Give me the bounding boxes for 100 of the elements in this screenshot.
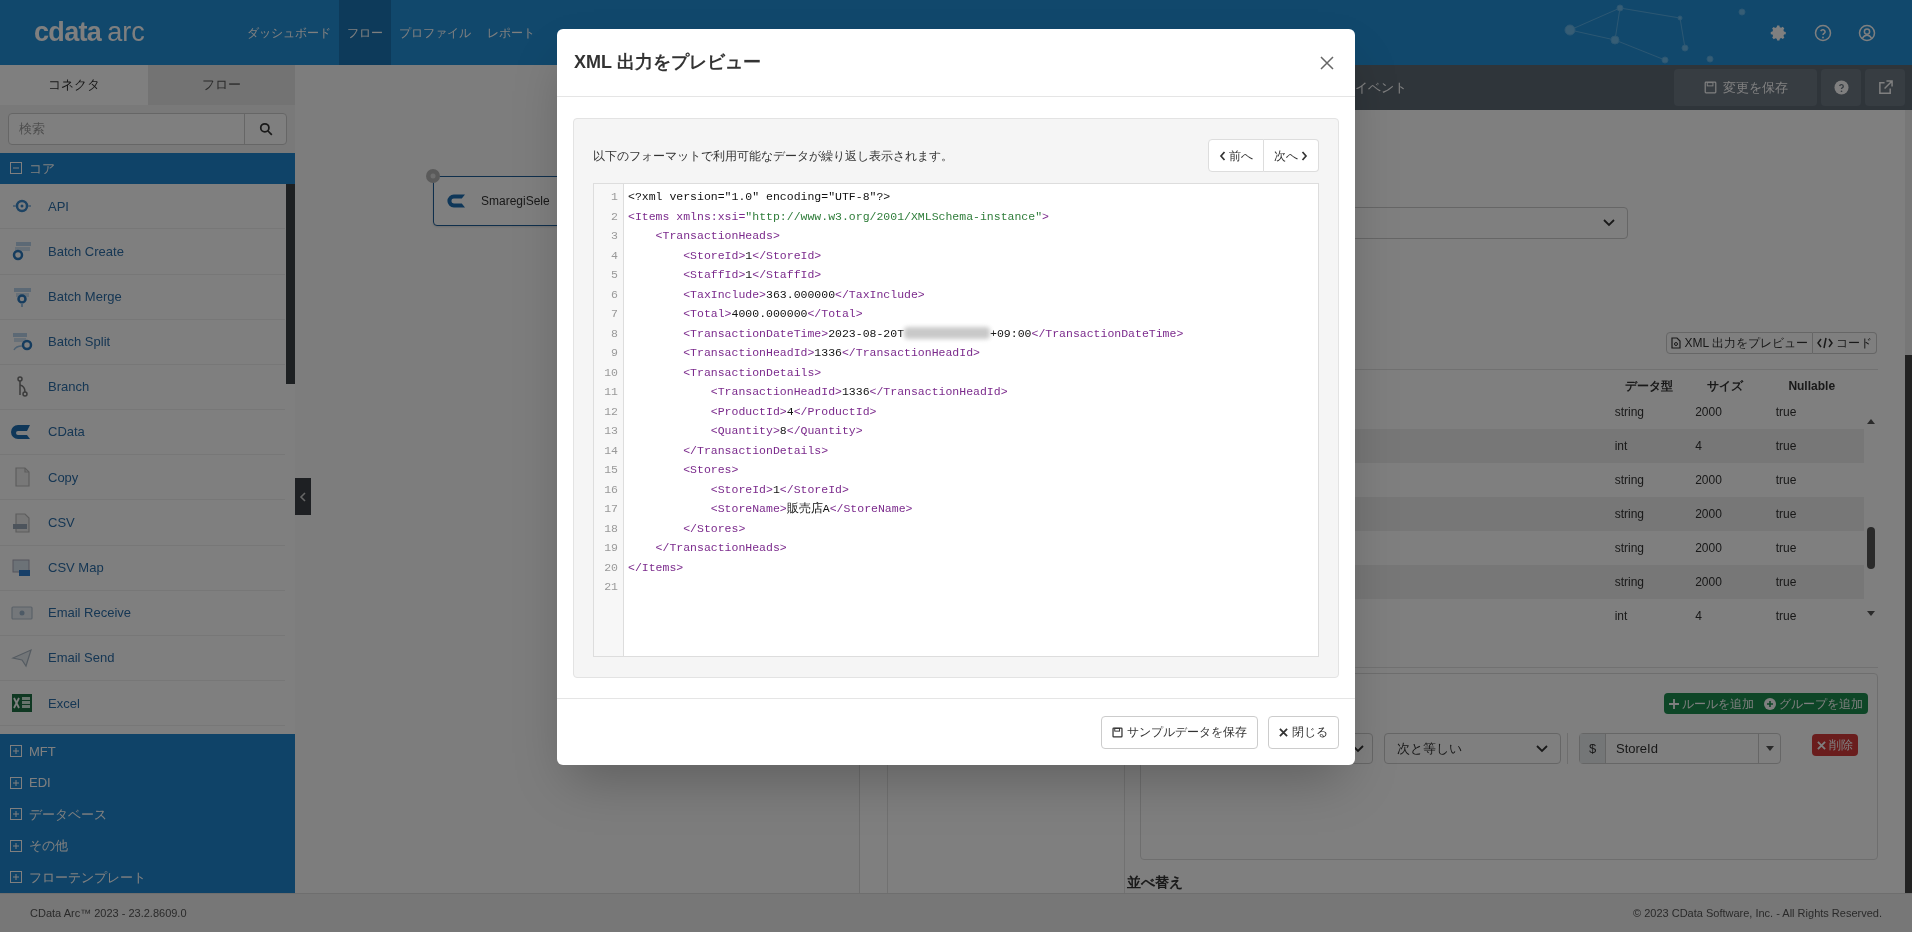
operator-select[interactable]: 次と等しい (1384, 733, 1561, 764)
plus-circle-icon (1764, 697, 1776, 710)
nav-tab[interactable]: ダッシュボード (239, 0, 339, 65)
column-header: Nullable (1788, 378, 1837, 396)
search-icon (258, 121, 273, 136)
logo-icon (447, 193, 467, 209)
sidebar-tab[interactable]: コネクタ (0, 65, 148, 105)
code-text: <StoreId> (682, 247, 746, 264)
next-button[interactable]: 次へ (1264, 139, 1319, 172)
line-number: 8 (610, 325, 619, 342)
external-link-icon (1877, 80, 1893, 95)
line-number: 19 (603, 540, 619, 556)
preview-xml-button[interactable]: XML 出力をプレビュー (1666, 332, 1813, 355)
code-text: </Stores> (682, 520, 746, 537)
connector-item[interactable]: CData (48, 422, 85, 442)
code-icon (1817, 337, 1833, 350)
line-number: 14 (603, 442, 619, 459)
line-number: 4 (610, 247, 619, 264)
close-icon (1320, 55, 1334, 70)
code-text: 2023-08-20T (828, 325, 905, 342)
expand-icon (10, 839, 22, 852)
description-text: 以下のフォーマットで利用可能なデータが繰り返し表示されます。 (593, 147, 953, 165)
code-text: <Quantity> (709, 423, 780, 439)
code-text: <TransactionHeadId> (682, 345, 815, 361)
user-icon[interactable] (1858, 23, 1876, 42)
code-text: </Total> (807, 306, 863, 322)
close-icon (1817, 740, 1826, 750)
scroll-up-icon[interactable] (1866, 418, 1876, 425)
scrollbar-thumb[interactable] (1905, 355, 1912, 893)
code-text: </TransactionDateTime> (1031, 325, 1184, 342)
nav-tab[interactable]: レポート (479, 0, 543, 65)
save-sample-button[interactable]: サンプルデータを保存 (1101, 715, 1258, 749)
code-text: +09:00 (990, 325, 1032, 342)
value-field[interactable]: $ StoreId (1579, 733, 1781, 764)
logo-product: arc (107, 16, 145, 50)
help-icon[interactable] (1814, 23, 1832, 42)
chevron-left-icon (299, 491, 307, 502)
connector-item[interactable]: Excel (48, 693, 80, 714)
help-button[interactable] (1821, 69, 1861, 106)
code-text: <TransactionDetails> (682, 364, 822, 381)
chevron-down-icon (1352, 744, 1364, 753)
scrollbar-thumb[interactable] (1867, 527, 1875, 570)
save-icon (1112, 726, 1123, 738)
code-text: 1 (745, 267, 753, 283)
code-text: 8 (779, 423, 787, 439)
collapse-handle[interactable] (295, 478, 311, 515)
code-text: <StaffId> (682, 267, 746, 283)
document-icon (1671, 337, 1682, 350)
section-heading: 並べ替え (1127, 873, 1184, 892)
line-number: 20 (603, 559, 619, 576)
settings-icon[interactable] (1770, 23, 1788, 42)
line-number: 15 (603, 462, 619, 478)
version-text: CData Arc™ 2023 - 23.2.8609.0 (30, 905, 187, 921)
expand-icon (10, 808, 22, 821)
code-text: 販売店A (786, 501, 830, 517)
nav-tab[interactable]: フロー (339, 0, 391, 65)
code-text: </StoreId> (752, 247, 822, 264)
connector-item[interactable]: API (48, 196, 69, 216)
code-text: <Total> (682, 306, 732, 322)
line-number: 16 (603, 481, 619, 498)
connector-item[interactable]: Email Receive (48, 603, 132, 623)
add-rule-button[interactable]: ルールを追加 (1664, 693, 1759, 714)
code-text: "http://www.w3.org/2001/XMLSchema-instance" (745, 208, 1043, 225)
close-dialog-button[interactable]: 閉じる (1268, 715, 1339, 749)
line-number: 2 (610, 208, 619, 225)
delete-button[interactable]: 削除 (1812, 734, 1858, 756)
chevron-left-icon (1219, 150, 1226, 161)
scroll-down-icon[interactable] (1866, 611, 1876, 618)
expand-icon (10, 745, 22, 758)
previous-button[interactable]: 前へ (1208, 139, 1264, 172)
connector-item[interactable]: Copy (48, 467, 79, 488)
connector-item[interactable]: Email Send (48, 648, 115, 668)
column-header: データ型 (1625, 378, 1675, 396)
code-text: <TaxInclude> (682, 286, 767, 303)
connector-item[interactable]: CSV (48, 512, 75, 533)
line-number: 10 (603, 364, 619, 381)
save-button[interactable]: 変更を保存 (1674, 69, 1817, 106)
copyright-text: © 2023 CData Software, Inc. - All Rights Reserved. (1633, 905, 1882, 921)
connector-item[interactable]: CSV Map (48, 558, 104, 578)
connector-item[interactable]: Batch Create (48, 241, 124, 262)
connector-item[interactable]: Batch Split (48, 332, 111, 352)
code-text: </ProductId> (793, 403, 877, 420)
nav-tab[interactable]: プロファイル (391, 0, 479, 65)
code-text: </StoreId> (779, 481, 849, 498)
expand-icon (10, 776, 22, 789)
code-button[interactable]: コード (1813, 332, 1877, 355)
code-text: <ProductId> (709, 403, 787, 420)
code-text: <TransactionDateTime> (682, 325, 829, 342)
open-external-button[interactable] (1865, 69, 1905, 106)
connector-item[interactable]: Batch Merge (48, 286, 122, 307)
scrollbar-thumb[interactable] (286, 184, 295, 385)
line-number: 21 (603, 579, 619, 595)
code-text: </TaxInclude> (835, 286, 925, 303)
add-group-button[interactable]: グループを追加 (1759, 693, 1868, 714)
section-header[interactable]: コア (0, 152, 295, 185)
panel-tab[interactable]: イベント (1355, 77, 1407, 98)
line-number: 9 (610, 345, 619, 361)
collapse-icon (10, 162, 22, 175)
connector-item[interactable]: Branch (48, 377, 90, 397)
chevron-down-icon (1603, 219, 1615, 228)
